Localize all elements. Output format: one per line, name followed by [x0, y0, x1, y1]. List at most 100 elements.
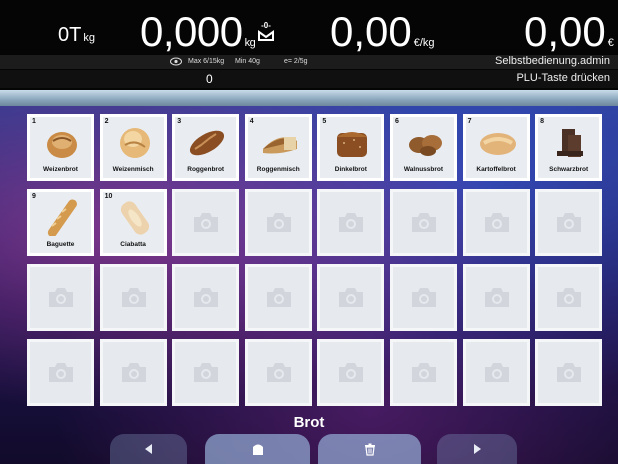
empty-plu-slot[interactable] [535, 264, 603, 331]
arrow-right-icon [474, 444, 481, 454]
camera-placeholder-icon [266, 288, 291, 307]
weizenmisch-icon [119, 128, 150, 158]
header-divider [0, 90, 618, 106]
plu-label: Weizenmisch [112, 166, 154, 173]
empty-plu-slot[interactable] [244, 264, 312, 331]
plu-label: Roggenmisch [256, 166, 300, 173]
plu-label: Walnussbrot [403, 166, 444, 173]
empty-plu-slot[interactable] [389, 189, 457, 256]
camera-placeholder-icon [339, 363, 364, 382]
scale-display: 0T kg 0,000 kg -0- 0,00 €/kg 0,00 € Max 6/15… [0, 0, 618, 90]
plu-button-walnussbrot[interactable]: 6 Walnussbrot [389, 114, 457, 181]
zero-scale-icon: -0- [258, 21, 274, 41]
camera-placeholder-icon [194, 213, 219, 232]
tare-readout: 0T kg [58, 24, 95, 46]
camera-placeholder-icon [266, 213, 291, 232]
weizenbrot-icon [47, 132, 77, 158]
delete-button[interactable] [318, 434, 421, 464]
camera-placeholder-icon [484, 363, 509, 382]
plu-number: 10 [104, 193, 113, 200]
empty-plu-slot[interactable] [535, 339, 603, 406]
empty-plu-slot[interactable] [317, 264, 385, 331]
camera-placeholder-icon [194, 363, 219, 382]
camera-placeholder-icon [339, 288, 364, 307]
plu-button-roggenbrot[interactable]: 3 Roggenbrot [172, 114, 240, 181]
empty-plu-slot[interactable] [535, 189, 603, 256]
trash-icon [364, 443, 375, 456]
empty-plu-slot[interactable] [99, 264, 167, 331]
dinkelbrot-icon [337, 132, 368, 157]
quantity-value: 0 [206, 72, 213, 86]
scale-info-bar: Max 6/15kg Min 40g e= 2/5g Selbstbedienu… [0, 55, 618, 69]
camera-placeholder-icon [49, 288, 73, 307]
plu-button-weizenmisch[interactable]: 2 Weizenmisch [99, 114, 167, 181]
ciabatta-icon [120, 201, 149, 235]
empty-plu-slot[interactable] [317, 339, 385, 406]
plu-number: 4 [249, 118, 254, 125]
camera-placeholder-icon [121, 288, 146, 307]
category-home-button[interactable] [205, 434, 310, 464]
prev-page-button[interactable] [110, 434, 187, 464]
category-title: Brot [293, 414, 325, 431]
plu-number: 7 [467, 118, 472, 125]
camera-placeholder-icon [484, 288, 509, 307]
division-value: e= 2/5g [284, 58, 308, 65]
camera-placeholder-icon [484, 213, 509, 232]
plu-button-ciabatta[interactable]: 10 Ciabatta [99, 189, 167, 256]
empty-plu-slot[interactable] [462, 189, 530, 256]
bread-category-icon [252, 444, 263, 455]
empty-plu-slot[interactable] [99, 339, 167, 406]
empty-plu-slot[interactable] [389, 339, 457, 406]
plu-number: 5 [322, 118, 327, 125]
camera-placeholder-icon [411, 288, 436, 307]
plu-label: Kartoffelbrot [476, 166, 516, 173]
plu-label: Baguette [46, 241, 75, 248]
svg-text:-0-: -0- [261, 21, 271, 30]
plu-button-schwarzbrot[interactable]: 8 Schwarzbrot [535, 114, 603, 181]
plu-label: Weizenbrot [43, 166, 78, 173]
plu-number: 2 [104, 118, 109, 125]
empty-plu-slot[interactable] [244, 189, 312, 256]
eye-icon [170, 57, 182, 66]
kartoffelbrot-icon [479, 133, 516, 155]
empty-plu-slot[interactable] [462, 339, 530, 406]
empty-plu-slot[interactable] [244, 339, 312, 406]
weight-readout: 0,000 kg [140, 8, 256, 55]
total-price-readout: 0,00 € [524, 8, 614, 55]
plu-button-kartoffelbrot[interactable]: 7 Kartoffelbrot [462, 114, 530, 181]
arrow-left-icon [144, 444, 152, 454]
empty-plu-slot[interactable] [462, 264, 530, 331]
roggenbrot-icon [190, 130, 225, 156]
plu-number: 9 [32, 193, 36, 200]
empty-plu-slot[interactable] [317, 189, 385, 256]
camera-placeholder-icon [411, 363, 436, 382]
empty-plu-slot[interactable] [389, 264, 457, 331]
roggenmisch-icon [262, 137, 297, 154]
camera-placeholder-icon [121, 363, 146, 382]
plu-button-baguette[interactable]: 9 Baguette [27, 189, 94, 256]
empty-plu-slot[interactable] [172, 339, 240, 406]
plu-button-roggenmisch[interactable]: 4 Roggenmisch [244, 114, 312, 181]
status-bar: 0 PLU-Taste drücken [0, 70, 618, 88]
camera-placeholder-icon [49, 363, 73, 382]
user-name: Selbstbedienung.admin [495, 55, 610, 67]
empty-plu-slot[interactable] [172, 264, 240, 331]
plu-button-dinkelbrot[interactable]: 5 Dinkelbrot [317, 114, 385, 181]
plu-number: 6 [394, 118, 399, 125]
max-capacity: Max 6/15kg [188, 58, 225, 65]
baguette-icon [47, 199, 77, 236]
next-page-button[interactable] [437, 434, 517, 464]
plu-label: Dinkelbrot [334, 166, 367, 173]
plu-button-weizenbrot[interactable]: 1 Weizenbrot [27, 114, 94, 181]
plu-number: 8 [540, 118, 545, 125]
min-capacity: Min 40g [235, 58, 260, 65]
empty-plu-slot[interactable] [172, 189, 240, 256]
camera-placeholder-icon [194, 288, 219, 307]
unit-price-readout: 0,00 €/kg [330, 8, 435, 55]
empty-plu-slot[interactable] [27, 264, 94, 331]
camera-placeholder-icon [266, 363, 291, 382]
schwarzbrot-icon [557, 129, 584, 157]
camera-placeholder-icon [557, 288, 582, 307]
plu-label: Ciabatta [120, 241, 146, 248]
empty-plu-slot[interactable] [27, 339, 94, 406]
